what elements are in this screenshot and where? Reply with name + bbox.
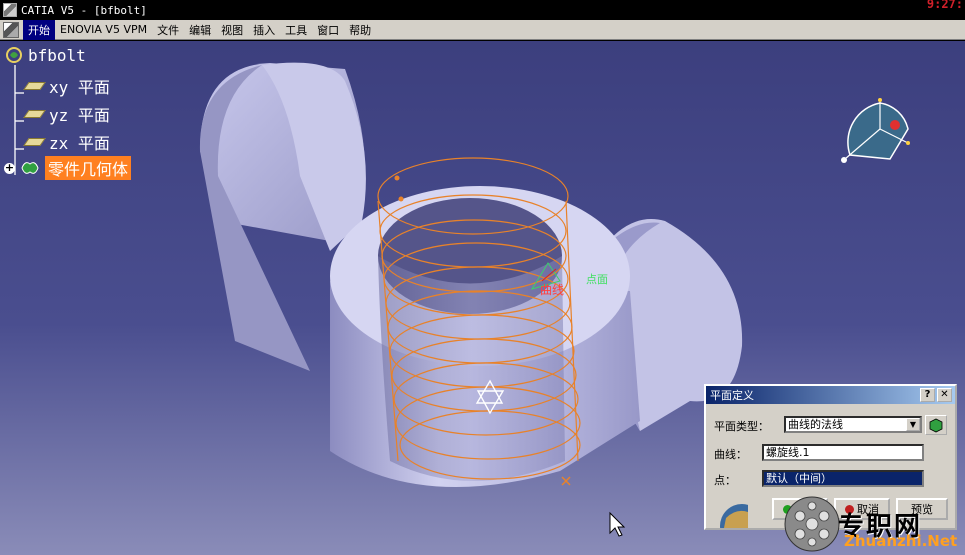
plane-options-button[interactable] bbox=[925, 415, 947, 435]
tree-item-yz-plane[interactable]: yz 平面 bbox=[23, 102, 110, 126]
point-tag-label: 点面 bbox=[586, 273, 608, 286]
menu-window[interactable]: 窗口 bbox=[312, 20, 344, 40]
helix-end-marker[interactable] bbox=[561, 476, 571, 486]
curve-field[interactable]: 螺旋线.1 bbox=[762, 444, 924, 461]
tree-connector-lines bbox=[14, 65, 24, 175]
help-button[interactable]: ? bbox=[920, 388, 935, 402]
plane-icon bbox=[23, 138, 46, 146]
plane-type-label: 平面类型： bbox=[714, 420, 769, 433]
menu-enovia[interactable]: ENOVIA V5 VPM bbox=[55, 21, 152, 38]
window-titlebar: CATIA V5 - [bfbolt] 9:27: bbox=[0, 0, 965, 20]
menu-file[interactable]: 文件 bbox=[152, 20, 184, 40]
point-row: 点： bbox=[714, 472, 736, 488]
nut-body bbox=[330, 186, 640, 487]
helix-start-point[interactable] bbox=[394, 175, 400, 181]
plane-type-row: 平面类型： bbox=[714, 418, 769, 434]
document-menu-icon[interactable] bbox=[3, 21, 19, 38]
plane-icon bbox=[23, 110, 46, 118]
expand-plus-icon[interactable]: + bbox=[4, 162, 15, 174]
dialog-titlebar[interactable]: 平面定义 bbox=[706, 386, 955, 404]
tree-root[interactable]: bfbolt bbox=[4, 45, 86, 65]
curve-tag-label: 曲线 bbox=[540, 283, 565, 297]
tree-item-xy-plane[interactable]: xy 平面 bbox=[23, 74, 110, 98]
chevron-down-icon[interactable]: ▼ bbox=[906, 418, 920, 431]
tree-item-part-body[interactable]: + 零件几何体 bbox=[4, 156, 132, 180]
menu-view[interactable]: 视图 bbox=[216, 20, 248, 40]
menu-edit[interactable]: 编辑 bbox=[184, 20, 216, 40]
curve-row: 曲线： bbox=[714, 446, 747, 462]
cube-icon bbox=[929, 418, 943, 433]
plane-type-select[interactable]: 曲线的法线 ▼ bbox=[784, 416, 922, 433]
point-field[interactable]: 默认（中间） bbox=[762, 470, 924, 487]
menu-insert[interactable]: 插入 bbox=[248, 20, 280, 40]
menu-tools[interactable]: 工具 bbox=[280, 20, 312, 40]
part-root-icon bbox=[6, 47, 22, 63]
tree-root-label: bfbolt bbox=[28, 45, 86, 65]
part-body-icon bbox=[21, 162, 39, 174]
clock-readout: 9:27: bbox=[926, 0, 963, 11]
watermark-ball-icon bbox=[784, 496, 840, 552]
point-label: 点： bbox=[714, 474, 736, 487]
compass-icon[interactable] bbox=[841, 98, 910, 163]
plane-icon bbox=[23, 82, 46, 90]
watermark-url: Zhuanzhi.Net bbox=[844, 532, 958, 550]
window-title: CATIA V5 - [bfbolt] bbox=[21, 3, 147, 17]
catia-app-icon bbox=[3, 3, 17, 17]
menu-help[interactable]: 帮助 bbox=[344, 20, 376, 40]
curve-label: 曲线： bbox=[714, 448, 747, 461]
watermark: 专职网 Zhuanzhi.Net bbox=[782, 490, 965, 555]
dialog-title: 平面定义 bbox=[710, 389, 754, 402]
tree-item-zx-plane[interactable]: zx 平面 bbox=[23, 130, 110, 154]
menu-bar: 开始 ENOVIA V5 VPM 文件 编辑 视图 插入 工具 窗口 帮助 bbox=[0, 19, 965, 40]
menu-start[interactable]: 开始 bbox=[23, 19, 55, 40]
tree-part-body-label: 零件几何体 bbox=[45, 156, 132, 180]
mouse-cursor-icon bbox=[609, 511, 626, 537]
dialog-earth-icon bbox=[720, 504, 748, 528]
close-button[interactable]: ✕ bbox=[937, 388, 952, 402]
helix-point[interactable] bbox=[398, 196, 404, 202]
